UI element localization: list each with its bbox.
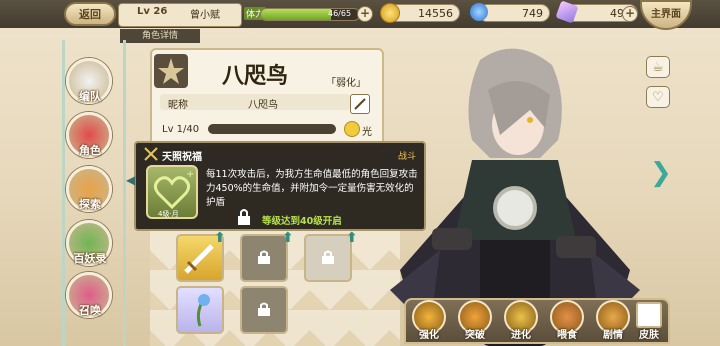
next-character-arrow-icon[interactable]: ❯ bbox=[650, 158, 672, 188]
add-crystal-button[interactable]: + bbox=[622, 6, 638, 22]
player-level: Lv 26 bbox=[137, 6, 168, 17]
lock-icon bbox=[322, 250, 334, 264]
nav-team-label: 编队 bbox=[79, 90, 101, 103]
star-icon bbox=[158, 58, 184, 84]
lock-icon bbox=[258, 250, 270, 264]
stamina-value: 46/65 bbox=[328, 9, 352, 18]
gem-display: 749 bbox=[478, 4, 550, 22]
level-progress-bar bbox=[208, 124, 336, 134]
skill-slot-flower[interactable] bbox=[176, 286, 224, 334]
tea-cup-button[interactable]: ☕ bbox=[646, 56, 670, 78]
rank-badge bbox=[154, 54, 188, 88]
lock-icon bbox=[238, 209, 250, 225]
crossed-swords-icon bbox=[144, 147, 158, 161]
nav-summon-label: 召唤 bbox=[79, 304, 101, 317]
player-name: 曾小赋 bbox=[190, 10, 220, 21]
evolve-label: 进化 bbox=[511, 330, 531, 341]
nickname-value: 八咫鸟 bbox=[248, 100, 278, 111]
skill-title: 天照祝福 bbox=[162, 152, 202, 163]
nav-character-label: 角色 bbox=[79, 144, 101, 157]
svg-text:+: + bbox=[186, 169, 194, 180]
skin-label: 皮肤 bbox=[639, 330, 659, 341]
attribute-label: 光 bbox=[362, 127, 372, 138]
upgrade-arrow-icon: ⬆ bbox=[346, 230, 358, 246]
upgrade-arrow-icon: ⬆ bbox=[282, 230, 294, 246]
nav-explore-label: 探索 bbox=[79, 198, 101, 211]
character-name: 八咫鸟 bbox=[221, 64, 288, 89]
flower-skill-icon bbox=[196, 294, 210, 327]
add-stamina-button[interactable]: + bbox=[357, 6, 373, 22]
pencil-icon bbox=[354, 98, 366, 110]
tab-character-detail: 角色详情 bbox=[120, 29, 200, 43]
skin-button[interactable] bbox=[636, 302, 662, 328]
strengthen-label: 强化 bbox=[419, 330, 439, 341]
blue-flame-icon bbox=[470, 3, 488, 21]
upgrade-arrow-icon: ⬆ bbox=[214, 230, 226, 246]
skill-description: 每11次攻击后，为我方生命值最低的角色回复攻击力450%的生命值，并附加令一定量… bbox=[206, 169, 418, 208]
back-button[interactable]: 返回 bbox=[64, 2, 116, 26]
breakthrough-label: 突破 bbox=[465, 330, 485, 341]
skill-type: 战斗 bbox=[398, 152, 417, 162]
unlock-requirement: 等级达到40级开启 bbox=[262, 216, 342, 227]
stamina-fill bbox=[261, 9, 331, 20]
feed-label: 喂食 bbox=[557, 330, 577, 341]
story-label: 剧情 bbox=[603, 330, 623, 341]
gold-coin-icon bbox=[380, 3, 400, 23]
character-level: Lv 1/40 bbox=[162, 124, 200, 135]
nickname-label: 昵称 bbox=[168, 100, 188, 111]
edit-nickname-button[interactable] bbox=[350, 94, 370, 114]
light-attribute-icon bbox=[344, 121, 360, 137]
heart-favorite-button[interactable]: ♡ bbox=[646, 86, 670, 108]
skill-level: 4级·月 bbox=[158, 210, 179, 218]
character-tag: 「弱化」 bbox=[326, 78, 366, 89]
previous-arrow-icon[interactable]: ◀ bbox=[126, 173, 135, 187]
lock-icon bbox=[258, 302, 270, 316]
nav-bestiary-label: 百妖录 bbox=[73, 252, 107, 265]
